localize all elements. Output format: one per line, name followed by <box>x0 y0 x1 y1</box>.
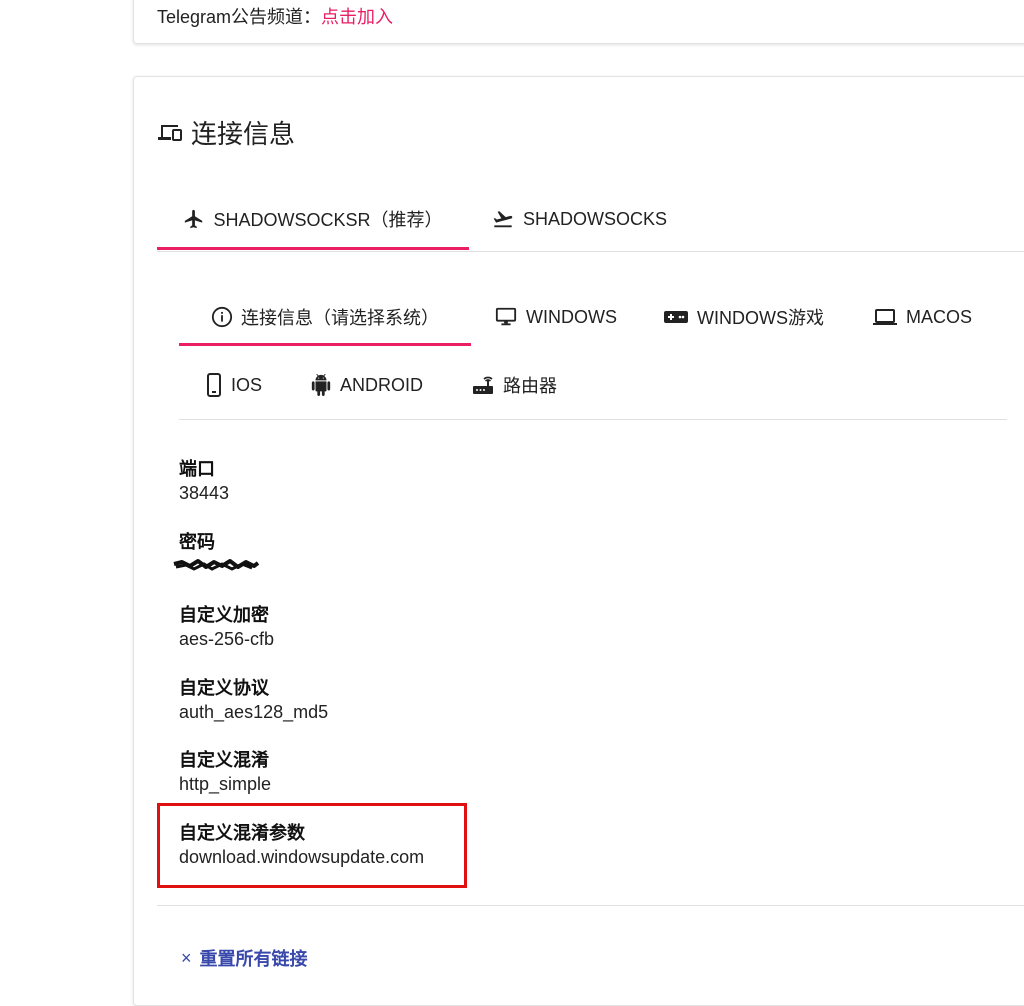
protocol-value: auth_aes128_md5 <box>179 702 329 722</box>
tab-shadowsocksr-label: SHADOWSOCKSR（推荐） <box>213 210 443 230</box>
laptop-icon <box>873 309 897 325</box>
tab-shadowsocksr[interactable]: SHADOWSOCKSR（推荐） <box>157 190 469 250</box>
tab-windows-label: WINDOWS <box>526 306 617 327</box>
android-icon <box>311 374 331 396</box>
phone-icon <box>207 373 221 397</box>
redacted-password <box>173 559 260 571</box>
encryption-label: 自定义加密 <box>179 605 269 625</box>
obfs-label: 自定义混淆 <box>179 750 269 770</box>
reset-links-label: 重置所有链接 <box>199 949 308 969</box>
obfs-value: http_simple <box>179 774 272 794</box>
airplane-icon <box>185 209 203 229</box>
tab-shadowsocks[interactable]: SHADOWSOCKS <box>469 190 689 248</box>
router-icon <box>473 376 493 394</box>
tab-router-label: 路由器 <box>503 376 557 396</box>
tab-macos[interactable]: MACOS <box>872 288 972 346</box>
tab-connection-info-label: 连接信息（请选择系统） <box>241 308 439 328</box>
gamepad-icon <box>664 311 688 323</box>
close-icon: × <box>181 947 192 968</box>
reset-links-button[interactable]: × 重置所有链接 <box>181 945 308 971</box>
port-label: 端口 <box>179 459 215 479</box>
protocol-tabs: SHADOWSOCKSR（推荐） SHADOWSOCKS <box>157 190 1024 252</box>
divider <box>157 905 1024 906</box>
system-tabs: 连接信息（请选择系统） WINDOWS WINDOWS游戏 MACOS IOS … <box>179 286 1007 420</box>
tab-windows-games[interactable]: WINDOWS游戏 <box>663 288 824 346</box>
section-title: 连接信息 <box>157 114 295 151</box>
port-value: 38443 <box>179 483 230 503</box>
tab-ios[interactable]: IOS <box>205 356 262 414</box>
protocol-label: 自定义协议 <box>179 678 269 698</box>
tab-macos-label: MACOS <box>906 306 973 327</box>
tab-router[interactable]: 路由器 <box>471 356 557 414</box>
telegram-notice-text: Telegram公告频道： <box>157 7 322 27</box>
tab-windows-games-label: WINDOWS游戏 <box>697 308 824 328</box>
section-title-text: 连接信息 <box>191 119 296 149</box>
telegram-notice: Telegram公告频道：点击加入 <box>157 3 393 29</box>
tab-connection-info[interactable]: 连接信息（请选择系统） <box>179 288 471 346</box>
tab-shadowsocks-label: SHADOWSOCKS <box>522 208 668 229</box>
info-icon <box>211 306 233 328</box>
flight-takeoff-icon <box>493 211 513 228</box>
encryption-value: aes-256-cfb <box>179 629 275 649</box>
devices-icon <box>158 124 182 141</box>
password-label: 密码 <box>179 532 215 552</box>
highlight-box <box>157 803 467 888</box>
tab-windows[interactable]: WINDOWS <box>494 288 617 346</box>
desktop-icon <box>495 307 517 326</box>
tab-android-label: ANDROID <box>340 374 424 395</box>
tab-ios-label: IOS <box>231 374 263 395</box>
tab-android[interactable]: ANDROID <box>310 356 423 414</box>
join-link[interactable]: 点击加入 <box>321 7 393 27</box>
